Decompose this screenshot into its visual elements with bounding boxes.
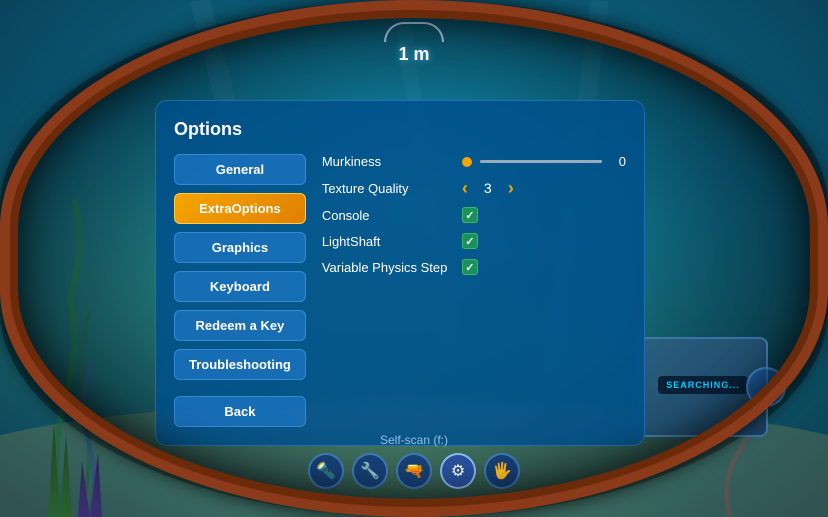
console-label: Console [322,208,452,223]
variable-physics-row: Variable Physics Step [322,259,626,275]
texture-quality-row: Texture Quality ‹ 3 › [322,179,626,197]
console-checkbox[interactable] [462,207,478,223]
hud-bottom: Self-scan (f:) 🔦 🔧 🔫 ⚙ 🖐 [308,433,520,489]
device-screen: SEARCHING... [658,376,748,394]
texture-quality-label: Texture Quality [322,181,452,196]
nav-btn-extra-options[interactable]: ExtraOptions [174,193,306,224]
slider-handle[interactable] [462,157,472,167]
lightshaft-row: LightShaft [322,233,626,249]
device-circle [746,367,786,407]
variable-physics-checkbox[interactable] [462,259,478,275]
hud-icon-settings[interactable]: ⚙ [440,453,476,489]
slider-fill [480,160,602,163]
self-scan-label: Self-scan (f:) [380,433,448,447]
options-title: Options [174,119,626,140]
distance-arc [384,22,444,42]
murkiness-slider-container: 0 [462,154,626,169]
hud-icon-tool[interactable]: 🔧 [352,453,388,489]
nav-btn-keyboard[interactable]: Keyboard [174,271,306,302]
lightshaft-checkbox-container [462,233,478,249]
hud-icon-hand[interactable]: 🖐 [484,453,520,489]
nav-btn-graphics[interactable]: Graphics [174,232,306,263]
lightshaft-checkbox[interactable] [462,233,478,249]
device-overlay: SEARCHING... [638,337,768,437]
variable-physics-checkbox-container [462,259,478,275]
texture-quality-increment[interactable]: › [508,179,514,197]
hud-icons: 🔦 🔧 🔫 ⚙ 🖐 [308,453,520,489]
nav-btn-troubleshooting[interactable]: Troubleshooting [174,349,306,380]
nav-btn-back[interactable]: Back [174,396,306,427]
distance-value: 1 m [398,44,429,65]
texture-quality-stepper: ‹ 3 › [462,179,514,197]
options-panel: Options General ExtraOptions Graphics Ke… [155,100,645,446]
murkiness-row: Murkiness 0 [322,154,626,169]
lightshaft-label: LightShaft [322,234,452,249]
options-body: General ExtraOptions Graphics Keyboard R… [174,154,626,427]
texture-quality-decrement[interactable]: ‹ [462,179,468,197]
hud-icon-flashlight[interactable]: 🔦 [308,453,344,489]
texture-quality-value: 3 [478,180,498,196]
nav-btn-general[interactable]: General [174,154,306,185]
slider-track[interactable] [480,160,602,163]
nav-buttons: General ExtraOptions Graphics Keyboard R… [174,154,306,427]
device-body: SEARCHING... [638,337,768,437]
console-checkbox-container [462,207,478,223]
hud-icon-weapon[interactable]: 🔫 [396,453,432,489]
murkiness-label: Murkiness [322,154,452,169]
console-row: Console [322,207,626,223]
variable-physics-label: Variable Physics Step [322,260,452,275]
settings-area: Murkiness 0 Texture Quality ‹ 3 › [322,154,626,427]
murkiness-value: 0 [610,154,626,169]
nav-btn-redeem-key[interactable]: Redeem a Key [174,310,306,341]
distance-indicator: 1 m [384,22,444,65]
